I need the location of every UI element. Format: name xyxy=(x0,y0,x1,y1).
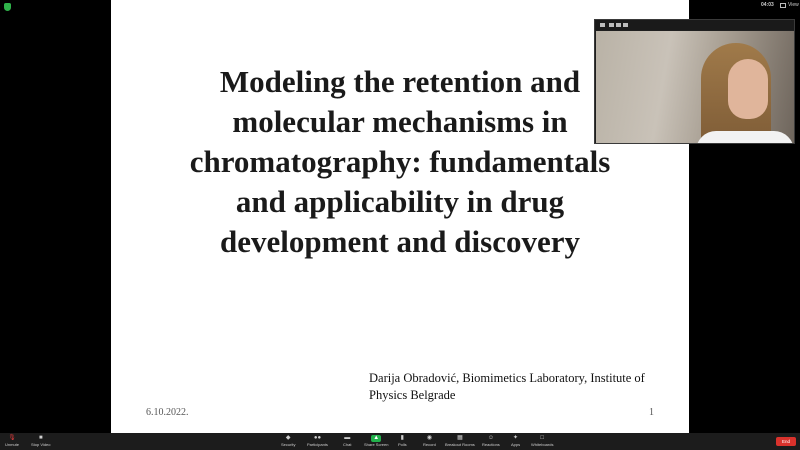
record-button[interactable]: ◉ Record xyxy=(423,435,436,448)
record-icon: ◉ xyxy=(426,435,433,441)
shield-icon[interactable] xyxy=(4,3,11,11)
reactions-button[interactable]: ☺ Reactions xyxy=(482,435,500,448)
participant-video[interactable] xyxy=(594,19,795,144)
slide-author: Darija Obradović, Biomimetics Laboratory… xyxy=(369,371,645,402)
security-button[interactable]: ◆ Security xyxy=(281,435,295,448)
mic-muted-icon: 🎙 xyxy=(8,435,16,441)
speaker-view-icon[interactable] xyxy=(609,23,614,27)
chat-button[interactable]: ▬ Chat xyxy=(343,435,351,448)
person-shirt xyxy=(696,131,794,143)
whiteboards-button[interactable]: □ Whiteboards xyxy=(531,435,553,448)
unmute-button[interactable]: 🎙 Unmute xyxy=(5,435,19,448)
participants-icon: ●● xyxy=(313,435,322,441)
chat-icon: ▬ xyxy=(344,435,351,441)
apps-button[interactable]: ✦ Apps xyxy=(511,435,520,448)
fullscreen-icon[interactable] xyxy=(623,23,628,27)
slide-page-number: 1 xyxy=(649,407,654,418)
polls-button[interactable]: ▮ Polls xyxy=(398,435,407,448)
title-line: development and discovery xyxy=(220,224,580,259)
end-meeting-button[interactable]: End xyxy=(776,437,796,446)
slide-date: 6.10.2022. xyxy=(146,407,189,418)
slide-title: Modeling the retention and molecular mec… xyxy=(160,62,640,262)
minimize-icon[interactable] xyxy=(600,23,605,27)
shield-icon: ◆ xyxy=(285,435,291,441)
person-face xyxy=(728,59,768,119)
grid-view-icon xyxy=(780,2,786,8)
participants-button[interactable]: ●● Participants xyxy=(307,435,328,448)
title-line: molecular mechanisms in xyxy=(232,104,568,139)
view-label: View xyxy=(788,2,799,8)
gallery-view-icon[interactable] xyxy=(616,23,621,27)
title-line: chromatography: fundamentals xyxy=(189,144,611,179)
title-line: Modeling the retention and xyxy=(219,64,581,99)
breakout-rooms-button[interactable]: ▦ Breakout Rooms xyxy=(445,435,475,448)
video-camera-icon: ■ xyxy=(38,435,43,441)
reactions-icon: ☺ xyxy=(487,435,494,441)
breakout-rooms-icon: ▦ xyxy=(457,435,463,441)
stop-video-button[interactable]: ■ Stop Video xyxy=(31,435,51,448)
title-line: and applicability in drug xyxy=(235,184,565,219)
share-screen-icon: ▲ xyxy=(371,435,382,442)
video-feed xyxy=(596,31,794,143)
whiteboard-icon: □ xyxy=(540,435,545,441)
video-title-bar xyxy=(595,20,794,30)
share-screen-button[interactable]: ▲ Share Screen xyxy=(364,435,388,448)
polls-icon: ▮ xyxy=(400,435,404,441)
view-button[interactable]: View xyxy=(780,2,799,8)
apps-icon: ✦ xyxy=(513,435,519,441)
meeting-timer: 04:03 xyxy=(761,2,774,8)
